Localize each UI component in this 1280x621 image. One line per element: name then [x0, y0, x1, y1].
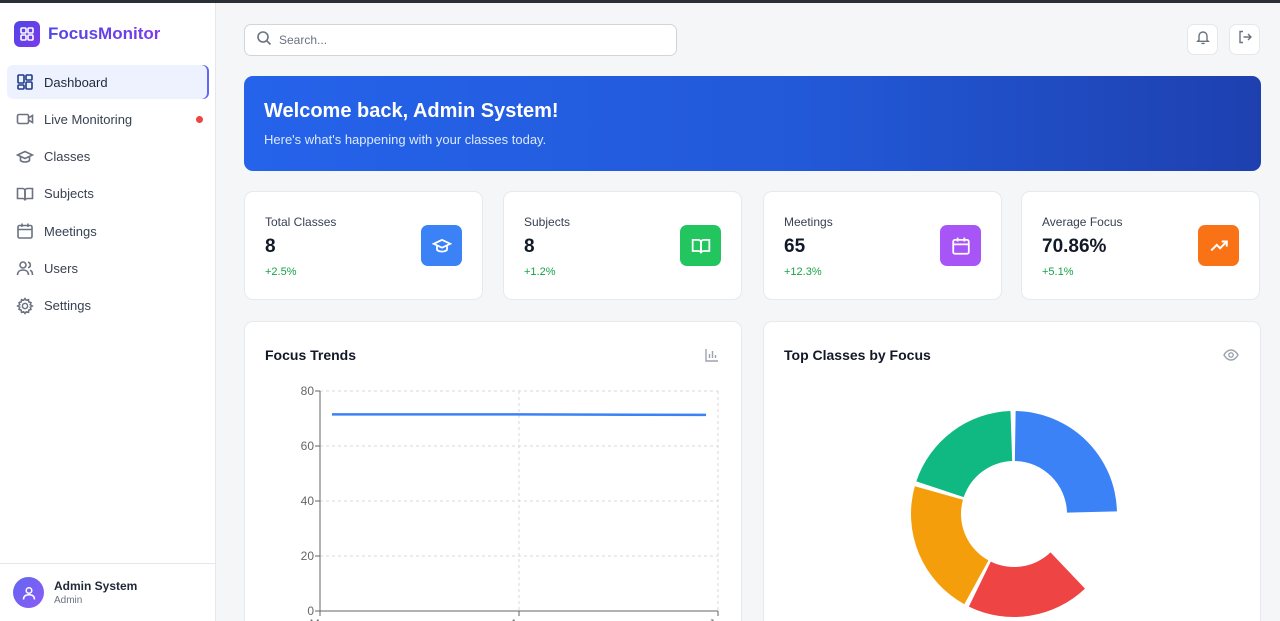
sidebar-item-subjects[interactable]: Subjects	[7, 177, 209, 211]
top-classes-chart	[911, 411, 1117, 617]
welcome-banner: Welcome back, Admin System! Here's what'…	[244, 76, 1261, 171]
search-icon	[256, 30, 272, 51]
sidebar-item-dashboard[interactable]: Dashboard	[7, 65, 209, 99]
sidebar: FocusMonitor Dashboard Live Monitoring C…	[0, 3, 216, 621]
app-logo[interactable]: FocusMonitor	[14, 21, 160, 47]
stat-delta: +12.3%	[784, 266, 822, 278]
pie-slice	[1014, 411, 1117, 513]
users-icon	[15, 258, 35, 278]
stat-label: Meetings	[784, 215, 833, 229]
graduation-cap-icon	[421, 225, 462, 266]
welcome-title: Welcome back, Admin System!	[264, 100, 559, 122]
user-profile[interactable]: Admin System Admin	[0, 563, 215, 621]
stat-value: 8	[265, 236, 276, 257]
stat-value: 8	[524, 236, 535, 257]
stat-card-total-classes: Total Classes 8 +2.5%	[244, 191, 483, 300]
stat-value: 70.86%	[1042, 236, 1107, 257]
stat-delta: +5.1%	[1042, 266, 1074, 278]
pie-slice	[916, 411, 1013, 498]
focus-trends-chart: 0 20 40 60 80 Mar Apr Jun	[301, 384, 728, 621]
top-classes-panel: Top Classes by Focus	[763, 321, 1261, 621]
y-tick-label: 0	[307, 604, 314, 618]
stat-card-average-focus: Average Focus 70.86% +5.1%	[1021, 191, 1260, 300]
live-indicator	[196, 115, 203, 123]
dashboard-icon	[15, 72, 35, 92]
user-name: Admin System	[54, 579, 138, 593]
focus-trends-panel: Focus Trends 020406080MarAprJun	[244, 321, 742, 621]
book-open-icon	[15, 184, 35, 204]
stat-label: Average Focus	[1042, 215, 1123, 229]
sidebar-item-label: Classes	[44, 149, 91, 165]
welcome-subtitle: Here's what's happening with your classe…	[264, 132, 547, 147]
sidebar-item-meetings[interactable]: Meetings	[7, 214, 209, 248]
y-tick-label: 80	[301, 384, 315, 398]
stat-card-subjects: Subjects 8 +1.2%	[503, 191, 742, 300]
calendar-icon	[15, 221, 35, 241]
sidebar-item-label: Meetings	[44, 223, 97, 239]
stat-delta: +1.2%	[524, 266, 556, 278]
stat-delta: +2.5%	[265, 266, 297, 278]
sidebar-item-label: Live Monitoring	[44, 111, 133, 127]
sidebar-item-label: Users	[44, 260, 78, 276]
search-input[interactable]	[279, 33, 659, 47]
y-tick-label: 60	[301, 439, 315, 453]
grid-logo-icon	[14, 21, 40, 47]
bell-icon	[1195, 29, 1211, 50]
book-open-icon	[680, 225, 721, 266]
notifications-button[interactable]	[1187, 24, 1218, 55]
logout-button[interactable]	[1229, 24, 1260, 55]
stat-card-meetings: Meetings 65 +12.3%	[763, 191, 1002, 300]
logout-icon	[1237, 29, 1253, 50]
trending-up-icon	[1198, 225, 1239, 266]
series-line	[332, 413, 707, 417]
y-tick-label: 40	[301, 494, 315, 508]
sidebar-item-settings[interactable]: Settings	[7, 289, 209, 323]
graduation-cap-icon	[15, 147, 35, 167]
sidebar-item-label: Settings	[44, 298, 91, 314]
stat-value: 65	[784, 236, 806, 257]
stat-label: Subjects	[524, 215, 571, 229]
sidebar-item-live-monitoring[interactable]: Live Monitoring	[7, 102, 209, 136]
user-role: Admin	[54, 595, 83, 606]
sidebar-item-classes[interactable]: Classes	[7, 140, 209, 174]
sidebar-nav: Dashboard Live Monitoring Classes Subjec…	[7, 65, 209, 326]
sidebar-item-users[interactable]: Users	[7, 251, 209, 285]
video-icon	[15, 109, 35, 129]
avatar	[13, 577, 44, 608]
x-tick-label: Mar	[310, 617, 331, 621]
x-tick-label: Jun	[708, 617, 727, 621]
app-name: FocusMonitor	[48, 24, 161, 43]
y-tick-label: 20	[301, 549, 315, 563]
pie-slice	[911, 486, 989, 605]
sidebar-item-label: Subjects	[44, 186, 94, 202]
gear-icon	[15, 296, 35, 316]
sidebar-item-label: Dashboard	[44, 74, 108, 90]
calendar-icon	[940, 225, 981, 266]
search-box	[244, 24, 677, 56]
stat-label: Total Classes	[265, 215, 337, 229]
x-tick-label: Apr	[510, 617, 529, 621]
